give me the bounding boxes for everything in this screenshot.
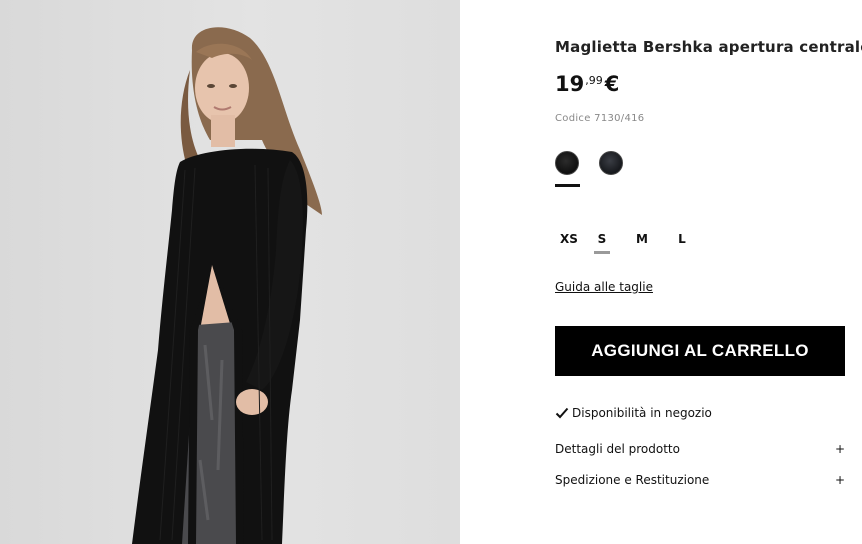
accordion-product-details[interactable]: Dettagli del prodotto + <box>555 442 845 456</box>
accordion-shipping-returns-label: Spedizione e Restituzione <box>555 473 710 487</box>
check-icon <box>555 407 569 419</box>
price-currency: € <box>604 72 620 96</box>
price-decimals: ,99 <box>585 74 603 87</box>
accordion-product-details-label: Dettagli del prodotto <box>555 442 680 456</box>
model-image-illustration <box>132 27 322 544</box>
accordion-shipping-returns[interactable]: Spedizione e Restituzione + <box>555 473 845 487</box>
selected-color-indicator <box>555 184 580 187</box>
color-swatch-dark-navy[interactable] <box>599 151 623 175</box>
plus-icon: + <box>834 442 845 456</box>
store-availability[interactable]: Disponibilità in negozio <box>555 406 712 420</box>
product-photo[interactable] <box>0 0 460 544</box>
size-option-s[interactable]: S <box>582 232 622 246</box>
product-title: Maglietta Bershka apertura centrale <box>555 38 862 56</box>
size-option-m[interactable]: M <box>622 232 662 246</box>
price-integer: 19 <box>555 72 585 96</box>
color-swatch-black[interactable] <box>555 151 579 175</box>
product-price: 19 ,99 € <box>555 72 619 96</box>
size-selector: XS S M L <box>555 232 702 246</box>
plus-icon: + <box>834 473 845 487</box>
add-to-cart-button[interactable]: AGGIUNGI AL CARRELLO <box>555 326 845 376</box>
size-guide-link[interactable]: Guida alle taglie <box>555 280 653 294</box>
availability-label: Disponibilità in negozio <box>572 406 712 420</box>
product-code: Codice 7130/416 <box>555 113 645 124</box>
product-info-panel: Maglietta Bershka apertura centrale 19 ,… <box>555 0 862 544</box>
size-option-xs[interactable]: XS <box>555 232 582 246</box>
size-option-l[interactable]: L <box>662 232 702 246</box>
